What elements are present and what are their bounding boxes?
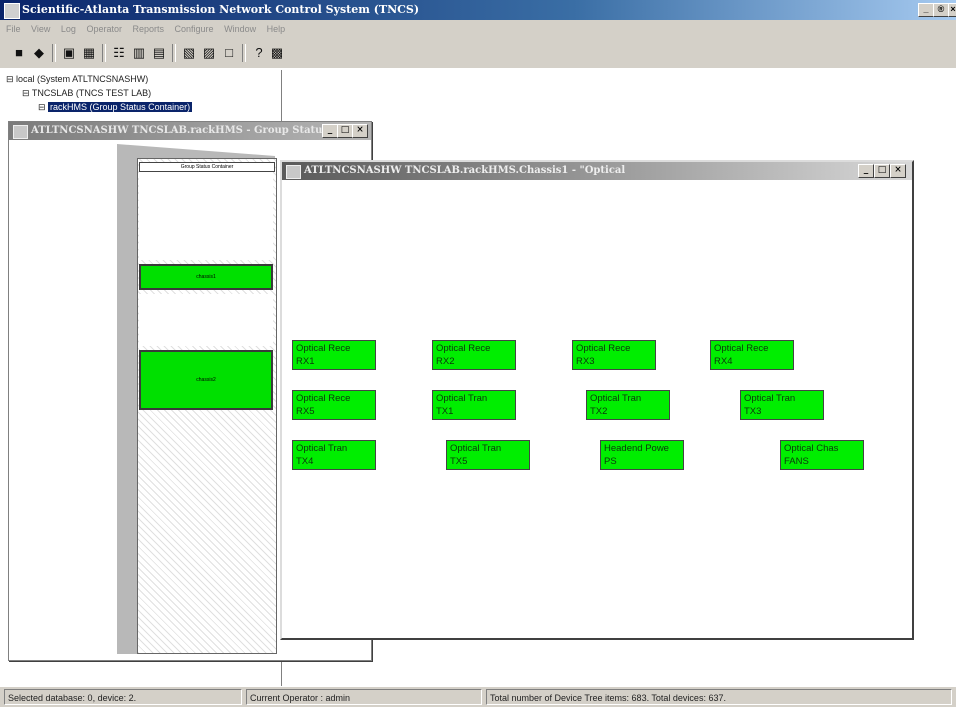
status-operator: Current Operator : admin <box>246 689 482 705</box>
component-rx3[interactable]: Optical Rece RX3 <box>572 340 656 370</box>
context-help-icon[interactable]: ▩ <box>268 45 286 61</box>
component-id: RX3 <box>576 356 595 367</box>
rack-header-label: Group Status Container <box>139 162 275 172</box>
menu-view[interactable]: View <box>31 24 50 34</box>
rack-slot-chassis1[interactable]: chassis1 <box>139 264 273 290</box>
component-type: Optical Rece <box>714 343 769 354</box>
panel-icon[interactable]: □ <box>220 45 238 61</box>
tree-lab-label: TNCSLAB (TNCS TEST LAB) <box>31 88 152 98</box>
app-title: Scientific-Atlanta Transmission Network … <box>22 3 420 16</box>
close-button[interactable]: × <box>890 164 906 178</box>
tree-container-label: rackHMS (Group Status Container) <box>48 102 193 112</box>
menu-bar: File View Log Operator Reports Configure… <box>0 20 956 38</box>
component-type: Headend Powe <box>604 443 669 454</box>
chart-icon[interactable]: ▤ <box>150 45 168 61</box>
component-type: Optical Rece <box>296 343 351 354</box>
menu-operator[interactable]: Operator <box>86 24 122 34</box>
component-type: Optical Tran <box>450 443 502 454</box>
rack-empty-space <box>139 294 273 346</box>
component-id: RX5 <box>296 406 315 417</box>
menu-file[interactable]: File <box>6 24 21 34</box>
component-type: Optical Chas <box>784 443 839 454</box>
minimize-button[interactable]: _ <box>918 3 934 17</box>
component-type: Optical Rece <box>436 343 491 354</box>
group-status-titlebar[interactable]: ATLTNCSNASHW TNCSLAB.rackHMS - Group Sta… <box>9 122 371 140</box>
window-icon[interactable]: ▧ <box>180 45 198 61</box>
component-id: TX4 <box>296 456 314 467</box>
tree-lab-item[interactable]: ⊟ TNCSLAB (TNCS TEST LAB) <box>22 88 151 99</box>
component-tx2[interactable]: Optical Tran TX2 <box>586 390 670 420</box>
tree-container-item[interactable]: ⊟ rackHMS (Group Status Container) <box>38 102 193 113</box>
network-icon[interactable]: ▣ <box>60 45 78 61</box>
toolbar-separator <box>102 44 106 62</box>
chassis-window[interactable]: ATLTNCSNASHW TNCSLAB.rackHMS.Chassis1 - … <box>280 160 914 640</box>
save-icon[interactable]: ■ <box>10 45 28 61</box>
close-button[interactable]: × <box>948 3 956 17</box>
component-rx5[interactable]: Optical Rece RX5 <box>292 390 376 420</box>
app-titlebar[interactable]: Scientific-Atlanta Transmission Network … <box>0 0 956 20</box>
rack-slot-chassis2[interactable]: chassis2 <box>139 350 273 410</box>
tree-icon[interactable]: ☷ <box>110 45 128 61</box>
toolbar-separator <box>52 44 56 62</box>
menu-log[interactable]: Log <box>61 24 76 34</box>
component-rx4[interactable]: Optical Rece RX4 <box>710 340 794 370</box>
component-fans[interactable]: Optical Chas FANS <box>780 440 864 470</box>
status-bar: Selected database: 0, device: 2. Current… <box>0 686 956 707</box>
component-id: RX4 <box>714 356 733 367</box>
group-status-title: ATLTNCSNASHW TNCSLAB.rackHMS - Group Sta… <box>31 125 350 136</box>
close-button[interactable]: × <box>352 124 368 138</box>
app-icon[interactable] <box>4 3 20 19</box>
component-type: Optical Tran <box>744 393 796 404</box>
minimize-button[interactable]: _ <box>322 124 338 138</box>
maximize-button[interactable]: □ <box>874 164 890 178</box>
component-type: Optical Rece <box>576 343 631 354</box>
component-type: Optical Rece <box>296 393 351 404</box>
rack-icon[interactable]: ▥ <box>130 45 148 61</box>
component-id: RX2 <box>436 356 455 367</box>
component-id: PS <box>604 456 617 467</box>
maximize-button[interactable]: □ <box>337 124 353 138</box>
toolbar: ■ ◆ ▣ ▦ ☷ ▥ ▤ ▧ ▨ □ ? ▩ <box>0 38 956 69</box>
minimize-button[interactable]: _ <box>858 164 874 178</box>
component-id: TX3 <box>744 406 762 417</box>
component-rx1[interactable]: Optical Rece RX1 <box>292 340 376 370</box>
status-totals: Total number of Device Tree items: 683. … <box>486 689 952 705</box>
component-tx4[interactable]: Optical Tran TX4 <box>292 440 376 470</box>
component-tx3[interactable]: Optical Tran TX3 <box>740 390 824 420</box>
toolbar-separator <box>242 44 246 62</box>
component-id: TX2 <box>590 406 608 417</box>
component-id: TX5 <box>450 456 468 467</box>
tree-root-item[interactable]: ⊟ local (System ATLTNCSNASHW) <box>6 74 148 85</box>
component-tx5[interactable]: Optical Tran TX5 <box>446 440 530 470</box>
component-rx2[interactable]: Optical Rece RX2 <box>432 340 516 370</box>
tree-root-label: local (System ATLTNCSNASHW) <box>16 74 149 84</box>
toolbar-separator <box>172 44 176 62</box>
component-ps[interactable]: Headend Powe PS <box>600 440 684 470</box>
component-tx1[interactable]: Optical Tran TX1 <box>432 390 516 420</box>
window-icon <box>286 165 301 179</box>
menu-help[interactable]: Help <box>267 24 286 34</box>
component-id: RX1 <box>296 356 315 367</box>
component-type: Optical Tran <box>590 393 642 404</box>
menu-window[interactable]: Window <box>224 24 256 34</box>
component-type: Optical Tran <box>296 443 348 454</box>
help-icon[interactable]: ? <box>250 45 268 61</box>
menu-reports[interactable]: Reports <box>133 24 165 34</box>
open-icon[interactable]: ◆ <box>30 45 48 61</box>
restore-button[interactable]: ® <box>933 3 949 17</box>
component-type: Optical Tran <box>436 393 488 404</box>
component-id: FANS <box>784 456 809 467</box>
grid-icon[interactable]: ▦ <box>80 45 98 61</box>
rack-empty-space <box>139 172 273 260</box>
window-icon <box>13 125 28 139</box>
list-icon[interactable]: ▨ <box>200 45 218 61</box>
status-database: Selected database: 0, device: 2. <box>4 689 242 705</box>
chassis-title: ATLTNCSNASHW TNCSLAB.rackHMS.Chassis1 - … <box>304 165 626 176</box>
chassis-titlebar[interactable]: ATLTNCSNASHW TNCSLAB.rackHMS.Chassis1 - … <box>282 162 912 180</box>
component-id: TX1 <box>436 406 454 417</box>
menu-configure[interactable]: Configure <box>175 24 214 34</box>
